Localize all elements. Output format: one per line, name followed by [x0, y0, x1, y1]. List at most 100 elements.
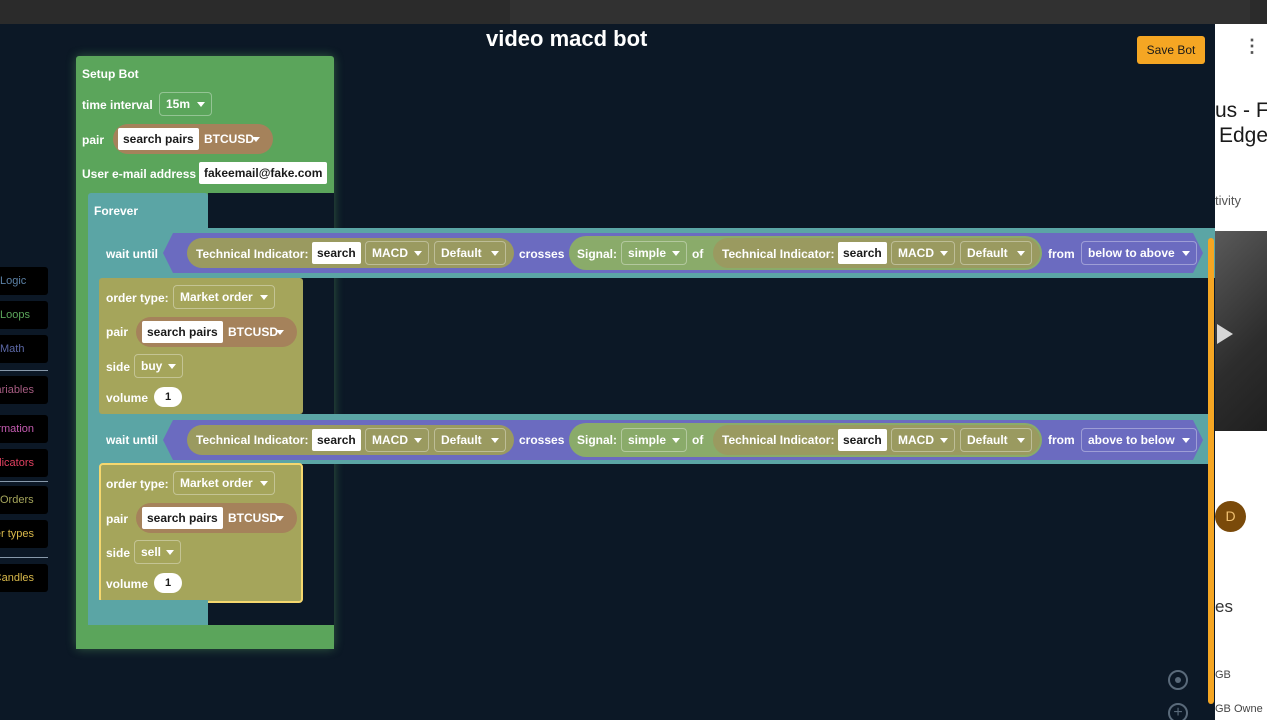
- signal-indicator-dropdown[interactable]: MACD: [891, 241, 955, 265]
- chevron-down-icon: [197, 102, 205, 107]
- volume-input[interactable]: 1: [154, 573, 182, 593]
- setup-block-footer: [76, 625, 334, 649]
- signal-technical-indicator-label: Technical Indicator:: [722, 247, 835, 261]
- background-size-owner-label: GB Owne: [1215, 703, 1263, 715]
- order-type-dropdown[interactable]: Market order: [173, 285, 275, 309]
- signal-indicator-search-input[interactable]: search: [838, 242, 887, 264]
- signal-indicator-dropdown[interactable]: MACD: [891, 428, 955, 452]
- setup-pair-value: BTCUSD: [204, 132, 254, 146]
- order-pair-search-input[interactable]: search pairs: [142, 507, 223, 529]
- signal-indicator-params-dropdown[interactable]: Default: [960, 241, 1032, 265]
- save-bot-button[interactable]: Save Bot: [1137, 36, 1205, 64]
- side-label: side: [106, 360, 131, 374]
- crosses-label: crosses: [519, 247, 565, 261]
- cross-direction-dropdown[interactable]: above to below: [1081, 428, 1197, 452]
- indicator-params-dropdown[interactable]: Default: [434, 241, 506, 265]
- email-label: User e-mail address: [82, 167, 197, 181]
- signal-type-value: simple: [628, 246, 667, 260]
- toolbox-category[interactable]: Logic: [0, 267, 48, 295]
- toolbox-category-label: Candles: [0, 572, 34, 584]
- video-thumbnail[interactable]: [1215, 231, 1267, 431]
- background-page-panel: ⋮ us - Fi Edge tivity D es GB GB Owne: [1215, 24, 1267, 720]
- background-size-label: GB: [1215, 669, 1231, 681]
- indicator-dropdown[interactable]: MACD: [365, 428, 429, 452]
- order-type-dropdown[interactable]: Market order: [173, 471, 275, 495]
- crosses-label: crosses: [519, 433, 565, 447]
- technical-indicator-label: Technical Indicator:: [196, 247, 309, 261]
- side-value: sell: [141, 545, 162, 559]
- toolbox-category[interactable]: Candles: [0, 564, 48, 592]
- from-label: from: [1048, 433, 1075, 447]
- indicator-params-dropdown[interactable]: Default: [434, 428, 506, 452]
- browser-top-strip: [0, 0, 1267, 24]
- side-dropdown[interactable]: buy: [134, 354, 183, 378]
- chevron-down-icon: [491, 438, 499, 443]
- browser-tab-area: [510, 0, 1250, 24]
- chevron-down-icon: [166, 550, 174, 555]
- order-pair-dropdown[interactable]: BTCUSD: [221, 320, 291, 344]
- signal-label: Signal:: [577, 433, 618, 447]
- chevron-down-icon: [940, 251, 948, 256]
- signal-type-value: simple: [628, 433, 667, 447]
- chevron-down-icon: [414, 251, 422, 256]
- blockly-workspace[interactable]: ⋮ us - Fi Edge tivity D es GB GB Owne Lo…: [0, 0, 1267, 720]
- indicator-search-input[interactable]: search: [312, 242, 361, 264]
- toolbox-category-label: Variables: [0, 384, 34, 396]
- indicator-dropdown[interactable]: MACD: [365, 241, 429, 265]
- order-pair-value: BTCUSD: [228, 511, 278, 525]
- order-pair-value: BTCUSD: [228, 325, 278, 339]
- cross-direction-dropdown[interactable]: below to above: [1081, 241, 1197, 265]
- wait-until-label: wait until: [106, 247, 158, 261]
- chevron-down-icon: [168, 364, 176, 369]
- setup-pair-search-input[interactable]: search pairs: [118, 128, 199, 150]
- order-pair-dropdown[interactable]: BTCUSD: [221, 506, 291, 530]
- volume-input[interactable]: 1: [154, 387, 182, 407]
- chevron-down-icon: [1182, 251, 1190, 256]
- chevron-down-icon: [276, 516, 284, 521]
- order-type-value: Market order: [180, 476, 253, 490]
- setup-pair-dropdown[interactable]: BTCUSD: [197, 127, 267, 151]
- order-pair-label: pair: [106, 512, 129, 526]
- chevron-down-icon: [414, 438, 422, 443]
- toolbox-separator: [0, 557, 48, 558]
- zoom-in-icon[interactable]: +: [1168, 703, 1188, 720]
- time-interval-dropdown[interactable]: 15m: [159, 92, 212, 116]
- background-activity-label: tivity: [1215, 193, 1241, 208]
- signal-type-dropdown[interactable]: simple: [621, 428, 687, 452]
- page-title: video macd bot: [486, 26, 648, 51]
- email-field[interactable]: fakeemail@fake.com: [199, 162, 328, 184]
- cross-direction-value: above to below: [1088, 433, 1175, 447]
- side-dropdown[interactable]: sell: [134, 540, 181, 564]
- order-pair-search-input[interactable]: search pairs: [142, 321, 223, 343]
- background-heading-fragment: es: [1215, 597, 1233, 616]
- side-value: buy: [141, 359, 163, 373]
- volume-label: volume: [106, 391, 149, 405]
- signal-indicator-params-value: Default: [967, 433, 1008, 447]
- chevron-down-icon: [1017, 438, 1025, 443]
- chevron-down-icon: [1017, 251, 1025, 256]
- toolbox-category[interactable]: Variables: [0, 376, 48, 404]
- workspace-scrollbar[interactable]: [1208, 238, 1214, 704]
- toolbox-category[interactable]: Math: [0, 335, 48, 363]
- forever-block-footer: [88, 600, 208, 625]
- play-icon[interactable]: [1217, 324, 1233, 344]
- signal-indicator-params-value: Default: [967, 246, 1008, 260]
- time-interval-value: 15m: [166, 97, 191, 111]
- forever-label: Forever: [94, 204, 139, 218]
- signal-indicator-params-dropdown[interactable]: Default: [960, 428, 1032, 452]
- setup-bot-header: Setup Bot: [82, 67, 139, 81]
- toolbox-category[interactable]: Orders: [0, 486, 48, 514]
- avatar[interactable]: D: [1215, 501, 1246, 532]
- more-vert-icon[interactable]: ⋮: [1243, 36, 1261, 57]
- toolbox-category-label: Order types: [0, 528, 34, 540]
- toolbox-category[interactable]: Loops: [0, 301, 48, 329]
- toolbox-category[interactable]: Technical Indicators: [0, 449, 48, 477]
- toolbox-category[interactable]: Order types: [0, 520, 48, 548]
- order-type-label: order type:: [106, 477, 169, 491]
- indicator-search-input[interactable]: search: [312, 429, 361, 451]
- signal-indicator-search-input[interactable]: search: [838, 429, 887, 451]
- center-target-icon[interactable]: [1168, 670, 1188, 690]
- toolbox-category[interactable]: Bot information: [0, 415, 48, 443]
- chevron-down-icon: [260, 481, 268, 486]
- signal-type-dropdown[interactable]: simple: [621, 241, 687, 265]
